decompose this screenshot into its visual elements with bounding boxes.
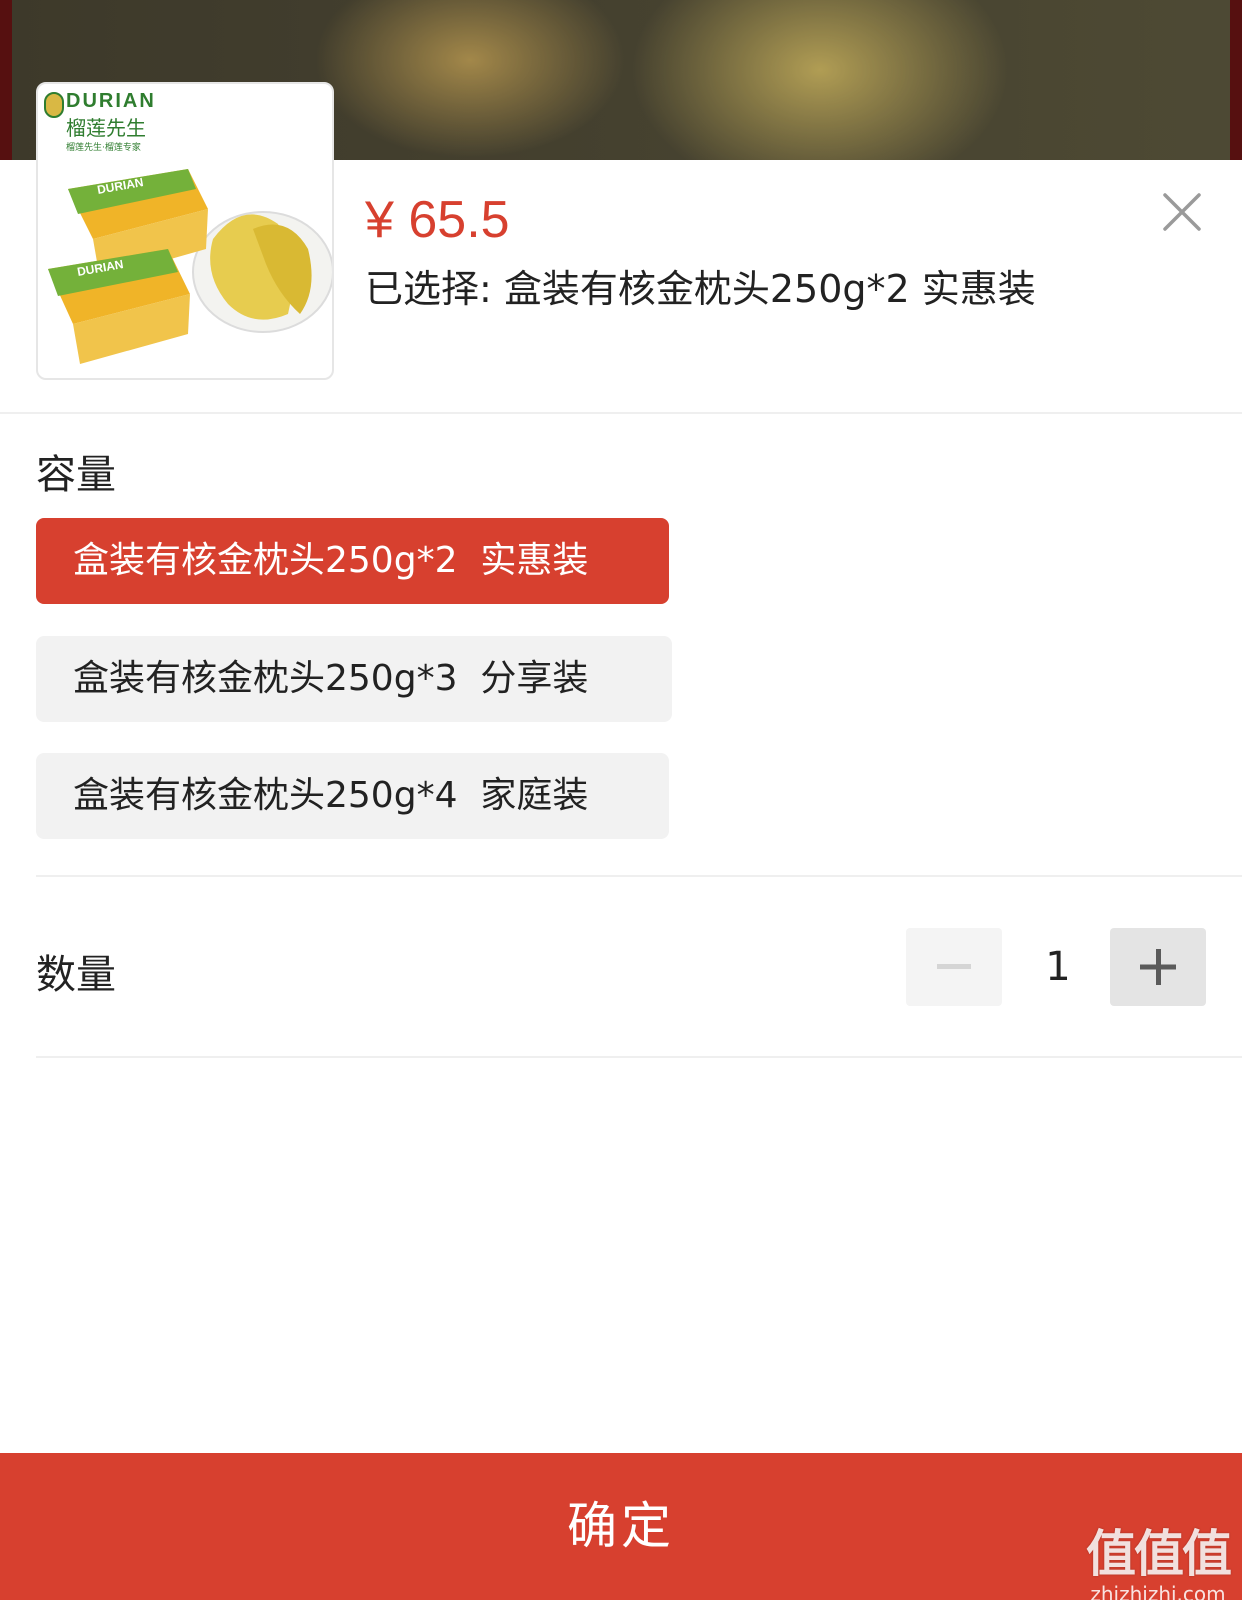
capacity-label: 容量 <box>36 452 116 498</box>
confirm-button[interactable]: 确定 <box>0 1453 1242 1600</box>
selected-sku-text: 已选择: 盒装有核金枕头250g*2 实惠装 <box>365 267 1036 311</box>
close-button[interactable] <box>1162 192 1218 248</box>
quantity-decrement-button[interactable] <box>906 928 1002 1006</box>
capacity-option-3[interactable]: 盒装有核金枕头250g*3 分享装 <box>36 636 672 722</box>
brand-name-cn: 榴莲先生 <box>66 116 146 140</box>
quantity-value[interactable]: 1 <box>1010 928 1106 1006</box>
minus-icon <box>937 964 971 969</box>
plus-icon <box>1140 949 1176 985</box>
price-label: ¥ 65.5 <box>365 191 510 249</box>
close-icon <box>1163 193 1201 231</box>
capacity-option-4[interactable]: 盒装有核金枕头250g*4 家庭装 <box>36 753 669 839</box>
quantity-increment-button[interactable] <box>1110 928 1206 1006</box>
watermark-logo-text: 值值值 <box>1086 1525 1232 1583</box>
durian-box-illustration: DURIAN DURIAN <box>48 169 332 364</box>
product-thumbnail: DURIAN 榴莲先生 榴莲先生·榴莲专家 DURIAN DURIAN <box>36 82 334 380</box>
capacity-option-2[interactable]: 盒装有核金枕头250g*2 实惠装 <box>36 518 669 604</box>
watermark-url: zhizhizhi.com <box>1090 1582 1226 1606</box>
capacity-divider <box>36 875 1242 877</box>
brand-tagline: 榴莲先生·榴莲专家 <box>66 143 141 153</box>
quantity-label: 数量 <box>36 952 116 998</box>
quantity-divider <box>36 1056 1242 1058</box>
brand-name-en: DURIAN <box>66 90 156 112</box>
header-divider <box>0 412 1242 414</box>
site-watermark: 值值值 zhizhizhi.com <box>1086 1514 1232 1606</box>
brand-logo-icon <box>44 92 64 118</box>
